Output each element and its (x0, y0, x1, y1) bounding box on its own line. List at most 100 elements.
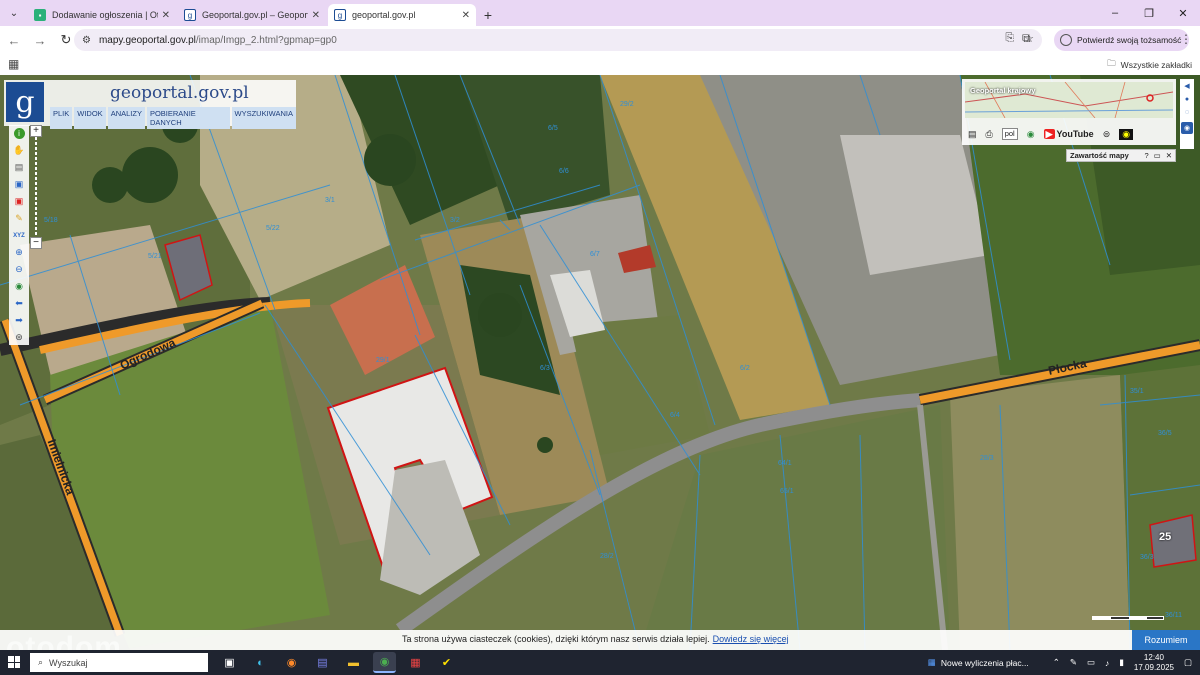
news-widget[interactable]: ▦ Nowe wyliczenia płac... (928, 657, 1029, 668)
windows-start-icon[interactable] (8, 656, 20, 668)
zoom-out-icon[interactable]: ⊖ (9, 261, 29, 278)
help-icon[interactable]: ? (1144, 151, 1148, 160)
zoom-plus-button[interactable]: + (30, 125, 42, 137)
map-viewport[interactable]: 5/205/215/18 5/223/13/2 6/56/66/7 6/36/4… (0, 75, 1200, 650)
store-icon[interactable]: ▦ (404, 652, 427, 673)
map-content-panel[interactable]: Zawartość mapy ? ▭ ✕ (1066, 149, 1176, 162)
locate-icon[interactable]: ⊛ (9, 329, 29, 346)
print-icon[interactable]: ⎙ (986, 129, 993, 140)
task-view-icon[interactable]: ▣ (218, 652, 241, 673)
check-app-icon[interactable]: ✔ (435, 652, 458, 673)
select-area-icon[interactable]: ▣ (9, 176, 29, 193)
taskbar-apps: ▣ ◐ ◉ ▤ ▬ ◉ ▦ ✔ (218, 652, 458, 673)
pan-icon[interactable]: ✋ (9, 142, 29, 159)
menu-analizy[interactable]: ANALIZY (107, 107, 145, 129)
youtube-link[interactable]: ▶ YouTube (1043, 128, 1094, 140)
windows-taskbar: ⌕ Wyszukaj ▣ ◐ ◉ ▤ ▬ ◉ ▦ ✔ ▦ Nowe wylicze… (0, 650, 1200, 675)
cookie-accept-button[interactable]: Rozumiem (1132, 630, 1200, 650)
zoom-track[interactable] (35, 137, 37, 237)
address-bar[interactable]: ⚙ mapy.geoportal.gov.pl/imap/Imgp_2.html… (74, 29, 1042, 51)
cookie-learn-more-link[interactable]: Dowiedz się więcej (713, 634, 789, 644)
globe-icon[interactable]: ◉ (9, 278, 29, 295)
close-icon[interactable]: ✕ (162, 10, 170, 21)
svg-text:29/1: 29/1 (376, 357, 390, 364)
clock[interactable]: 12:40 17.09.2025 (1134, 653, 1174, 673)
battery-icon[interactable]: ▮ (1119, 657, 1124, 668)
geoportal-logo[interactable]: g (6, 82, 44, 122)
edge-icon[interactable]: ◐ (249, 652, 272, 673)
overview-map[interactable]: Geoportal krajowy (965, 82, 1173, 118)
new-tab-button[interactable]: + (476, 4, 500, 26)
browser-tab-geoportal-info[interactable]: g Geoportal.gov.pl – Geoportal In ✕ (178, 4, 326, 26)
svg-text:3/2: 3/2 (450, 217, 460, 224)
select-remove-icon[interactable]: ▣ (9, 193, 29, 210)
tab-search-icon[interactable]: ⌄ (2, 1, 26, 25)
speaker-icon[interactable]: ♪ (1105, 658, 1109, 668)
restore-icon[interactable]: ❐ (1132, 0, 1166, 26)
svg-text:5/22: 5/22 (266, 225, 280, 232)
svg-text:5/21: 5/21 (148, 253, 162, 260)
info-icon[interactable]: i (9, 125, 29, 142)
pen-icon[interactable]: ✎ (1070, 657, 1077, 668)
youtube-play-icon: ▶ (1043, 128, 1055, 139)
close-icon[interactable]: ✕ (462, 10, 470, 21)
svg-text:36/11: 36/11 (1165, 612, 1182, 619)
browser-menu-icon[interactable]: ⋮ (1180, 32, 1192, 46)
measure-icon[interactable]: ✎ (9, 210, 29, 227)
firefox-icon[interactable]: ◉ (280, 652, 303, 673)
xyz-icon[interactable]: XYZ (9, 227, 29, 244)
cookie-banner: Ta strona używa ciasteczek (cookies), dz… (0, 630, 1200, 650)
menu-widok[interactable]: WIDOK (74, 107, 106, 129)
browser-toolbar: ← → ↻ ⚙ mapy.geoportal.gov.pl/imap/Imgp_… (0, 26, 1200, 54)
eye-icon[interactable]: ◉ (1119, 128, 1134, 140)
close-window-icon[interactable]: ✕ (1166, 0, 1200, 26)
menu-pobieranie-danych[interactable]: POBIERANIE DANYCH (146, 107, 230, 129)
zoom-slider[interactable]: + − (30, 125, 42, 249)
collapse-icon[interactable]: ◀ (1184, 82, 1189, 90)
taskbar-search[interactable]: ⌕ Wyszukaj (30, 653, 208, 672)
minimize-icon[interactable]: – (1098, 0, 1132, 26)
teams-icon[interactable]: ▤ (311, 652, 334, 673)
close-icon[interactable]: ✕ (312, 10, 320, 21)
geoportal-header: g geoportal.gov.pl PLIK WIDOK ANALIZY PO… (4, 80, 296, 129)
zoom-in-icon[interactable]: ⊕ (9, 244, 29, 261)
zoom-minus-button[interactable]: − (30, 237, 42, 249)
tab-title: geoportal.gov.pl (352, 10, 416, 20)
help-circle-icon[interactable]: ⊜ (1103, 129, 1111, 140)
close-icon[interactable]: ✕ (1166, 151, 1172, 160)
network-icon[interactable]: ▭ (1087, 657, 1095, 668)
globe-small-icon[interactable]: ◉ (1027, 129, 1035, 140)
dot-icon[interactable]: ◌ (1185, 109, 1189, 116)
visibility-icon[interactable]: ◉ (1181, 122, 1193, 134)
maximize-icon[interactable]: ▭ (1154, 151, 1161, 160)
browser-tab-geoportal[interactable]: g geoportal.gov.pl ✕ (328, 4, 476, 26)
forward-arrow-icon[interactable]: ➡ (9, 312, 29, 329)
layers-icon[interactable]: ▤ (9, 159, 29, 176)
file-explorer-icon[interactable]: ▬ (342, 652, 365, 673)
forward-icon[interactable]: → (28, 28, 52, 52)
svg-text:6/6: 6/6 (559, 168, 569, 175)
site-info-icon[interactable]: ⚙ (82, 35, 91, 46)
all-bookmarks[interactable]: 🗀 Wszystkie zakładki (1107, 58, 1192, 72)
language-select[interactable]: pol (1001, 128, 1018, 140)
svg-text:5/18: 5/18 (44, 217, 58, 224)
dot-icon[interactable]: ● (1185, 96, 1189, 103)
menu-plik[interactable]: PLIK (50, 107, 73, 129)
search-icon: ⌕ (38, 657, 44, 667)
notifications-icon[interactable]: ▢ (1184, 657, 1192, 668)
menu-wyszukiwania[interactable]: WYSZUKIWANIA (231, 107, 296, 129)
tray-chevron-icon[interactable]: ⌃ (1053, 657, 1060, 668)
back-icon[interactable]: ← (2, 28, 26, 52)
identity-button[interactable]: Potwierdź swoją tożsamość (1054, 29, 1190, 51)
install-app-icon[interactable]: ⎘ (1005, 32, 1014, 45)
back-arrow-icon[interactable]: ⬅ (9, 295, 29, 312)
legend-icon[interactable]: ▤ (968, 129, 977, 140)
system-tray: ▦ Nowe wyliczenia płac... ⌃ ✎ ▭ ♪ ▮ 12:40… (928, 650, 1192, 675)
chrome-icon[interactable]: ◉ (373, 652, 396, 673)
tab-title: Dodawanie ogłoszenia | Otodo (52, 10, 158, 20)
map-tools: i ✋ ▤ ▣ ▣ ✎ XYZ ⊕ ⊖ ◉ ⬅ ➡ ⊛ (9, 125, 29, 345)
apps-grid-icon[interactable]: ▦ (8, 57, 19, 71)
browser-tab-otodom[interactable]: ▪ Dodawanie ogłoszenia | Otodo ✕ (28, 4, 176, 26)
svg-text:65/1: 65/1 (780, 488, 794, 495)
extensions-icon[interactable]: ⧉ (1022, 31, 1031, 46)
